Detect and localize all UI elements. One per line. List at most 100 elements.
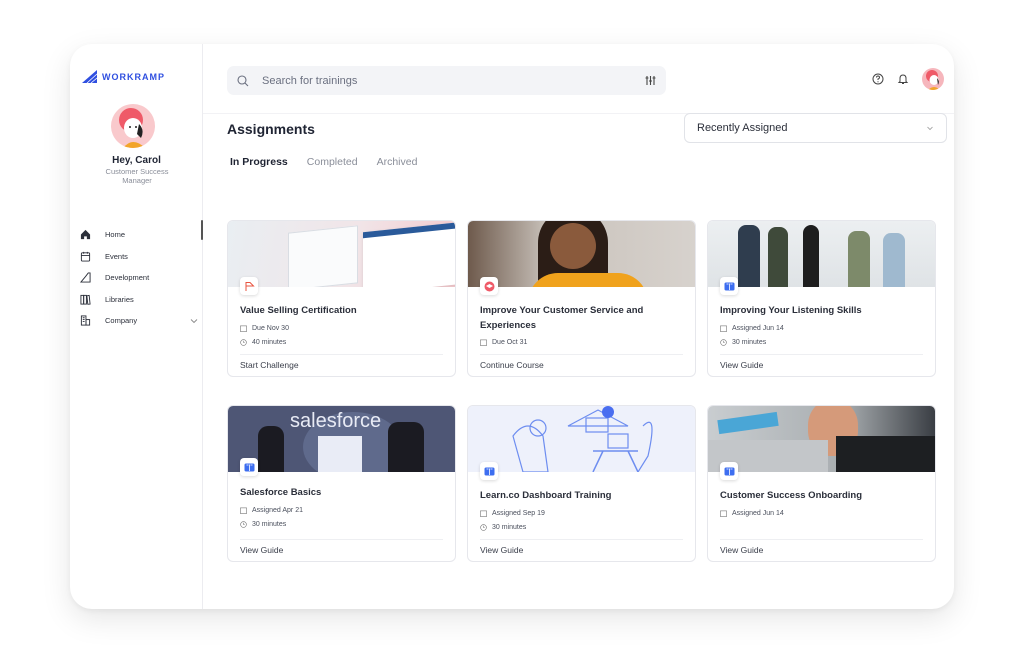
page-title: Assignments xyxy=(227,121,315,137)
building-icon xyxy=(80,315,91,326)
sidebar-item-events[interactable]: Events xyxy=(80,246,198,268)
assignment-card[interactable]: Improve Your Customer Service and Experi… xyxy=(467,220,696,377)
guide-badge xyxy=(480,462,498,480)
calendar-icon xyxy=(80,251,91,262)
book-icon xyxy=(724,467,734,475)
challenge-badge xyxy=(240,277,258,295)
sidebar-item-label: Libraries xyxy=(105,294,134,304)
card-date: Assigned Apr 21 xyxy=(240,507,303,514)
assignment-card[interactable]: Improving Your Listening Skills Assigned… xyxy=(707,220,936,377)
card-duration-text: 30 minutes xyxy=(732,339,767,346)
header-actions xyxy=(872,68,944,90)
sidebar: WORKRAMP Hey, Carol Customer Success Man… xyxy=(70,44,203,609)
card-title: Improve Your Customer Service and Experi… xyxy=(480,305,644,331)
user-role: Customer Success Manager xyxy=(105,167,169,185)
sidebar-item-libraries[interactable]: Libraries xyxy=(80,289,198,311)
assignment-card[interactable]: Customer Success Onboarding Assigned Jun… xyxy=(707,405,936,562)
card-divider xyxy=(720,539,923,540)
sidebar-item-home[interactable]: Home xyxy=(80,224,198,246)
sort-dropdown[interactable]: Recently Assigned xyxy=(684,113,947,143)
help-icon[interactable] xyxy=(872,73,884,85)
assignment-card[interactable]: Value Selling Certification Due Nov 30 4… xyxy=(227,220,456,377)
card-thumbnail xyxy=(228,221,455,287)
top-bar: Search for trainings xyxy=(203,44,954,114)
filter-icon[interactable] xyxy=(645,75,656,86)
header-avatar[interactable] xyxy=(922,68,944,90)
assignment-tabs: In Progress Completed Archived xyxy=(230,156,417,168)
assignment-grid: Value Selling Certification Due Nov 30 4… xyxy=(227,220,936,562)
workramp-logo-icon xyxy=(82,70,97,83)
guide-badge xyxy=(240,458,258,476)
brand-name: WORKRAMP xyxy=(102,71,165,82)
workramp-logo[interactable]: WORKRAMP xyxy=(82,70,165,83)
guide-badge xyxy=(720,462,738,480)
calendar-icon xyxy=(480,510,487,517)
sidebar-item-label: Development xyxy=(105,273,150,283)
card-action-link[interactable]: View Guide xyxy=(720,545,763,555)
app-window: WORKRAMP Hey, Carol Customer Success Man… xyxy=(70,44,954,609)
chevron-down-icon[interactable] xyxy=(190,317,198,325)
chevron-down-icon xyxy=(927,126,933,131)
card-divider xyxy=(240,539,443,540)
card-date-text: Assigned Apr 21 xyxy=(252,507,303,514)
tab-in-progress[interactable]: In Progress xyxy=(230,156,288,168)
user-greeting: Hey, Carol xyxy=(112,155,161,166)
card-divider xyxy=(480,539,683,540)
clock-icon xyxy=(720,339,727,346)
course-badge xyxy=(480,277,498,295)
card-title: Value Selling Certification xyxy=(240,305,357,316)
card-title: Learn.co Dashboard Training xyxy=(480,490,612,501)
guide-badge xyxy=(720,277,738,295)
card-divider xyxy=(240,354,443,355)
card-divider xyxy=(480,354,683,355)
card-duration: 40 minutes xyxy=(240,339,286,346)
card-thumbnail xyxy=(468,406,695,472)
card-duration-text: 30 minutes xyxy=(492,524,527,531)
card-action-link[interactable]: View Guide xyxy=(480,545,523,555)
tab-completed[interactable]: Completed xyxy=(307,156,358,168)
assignment-card[interactable]: Learn.co Dashboard Training Assigned Sep… xyxy=(467,405,696,562)
library-icon xyxy=(80,294,91,305)
bell-icon[interactable] xyxy=(897,73,909,85)
card-title: Salesforce Basics xyxy=(240,487,322,498)
card-duration: 30 minutes xyxy=(720,339,766,346)
assignment-card[interactable]: salesforce Salesforce Basics Assigned Ap… xyxy=(227,405,456,562)
sidebar-nav: Home Events Development Libraries Compan… xyxy=(80,224,198,332)
card-duration: 30 minutes xyxy=(240,521,286,528)
calendar-icon xyxy=(720,325,727,332)
card-date-text: Assigned Jun 14 xyxy=(732,510,784,517)
tab-archived[interactable]: Archived xyxy=(377,156,418,168)
home-icon xyxy=(80,230,91,240)
book-icon xyxy=(724,282,734,290)
card-date-text: Due Nov 30 xyxy=(252,325,289,332)
user-avatar[interactable] xyxy=(111,104,155,148)
search-input[interactable]: Search for trainings xyxy=(262,75,357,87)
sidebar-item-label: Home xyxy=(105,230,126,240)
search-bar[interactable]: Search for trainings xyxy=(227,66,666,95)
calendar-icon xyxy=(720,510,727,517)
clock-icon xyxy=(240,521,247,528)
card-title: Customer Success Onboarding xyxy=(720,490,863,501)
card-title: Improving Your Listening Skills xyxy=(720,305,862,316)
calendar-icon xyxy=(240,507,247,514)
calendar-icon xyxy=(240,325,247,332)
main-content: Search for trainings Assignments Recentl… xyxy=(203,44,954,609)
card-action-link[interactable]: View Guide xyxy=(720,360,763,370)
card-action-link[interactable]: View Guide xyxy=(240,545,283,555)
card-divider xyxy=(720,354,923,355)
sidebar-item-company[interactable]: Company xyxy=(80,310,198,332)
clock-icon xyxy=(240,339,247,346)
card-action-link[interactable]: Start Challenge xyxy=(240,360,299,370)
card-date: Due Nov 30 xyxy=(240,325,289,332)
book-icon xyxy=(244,463,254,471)
card-date: Assigned Sep 19 xyxy=(480,510,545,517)
card-duration-text: 40 minutes xyxy=(252,339,287,346)
card-action-link[interactable]: Continue Course xyxy=(480,360,544,370)
graduation-cap-icon xyxy=(484,281,494,291)
calendar-icon xyxy=(480,339,487,346)
sort-selected: Recently Assigned xyxy=(697,122,788,134)
card-date-text: Assigned Sep 19 xyxy=(492,510,545,517)
card-thumbnail xyxy=(708,221,935,287)
sidebar-item-development[interactable]: Development xyxy=(80,267,198,289)
card-date-text: Due Oct 31 xyxy=(492,339,528,346)
